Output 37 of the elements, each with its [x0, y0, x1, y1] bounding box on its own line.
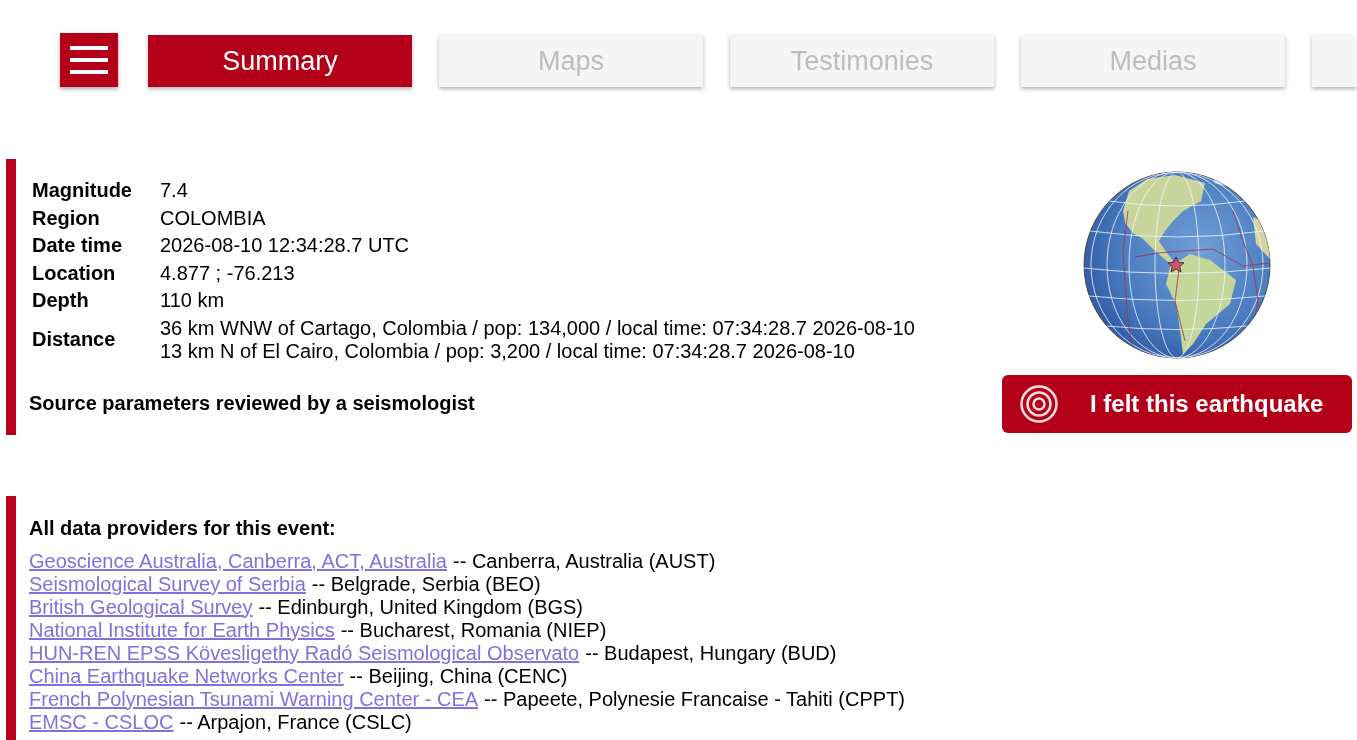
provider-location: -- Beijing, China (CENC) [349, 664, 568, 687]
field-value: 36 km WNW of Cartago, Colombia / pop: 134,000 / local time: 07:34:28.7 2026-08-10 [160, 316, 915, 340]
provider-link[interactable]: China Earthquake Networks Center [29, 664, 344, 687]
provider-link[interactable]: Seismological Survey of Serbia [29, 572, 306, 595]
field-label: Magnitude [32, 179, 133, 202]
field-value: 110 km [160, 289, 226, 312]
provider-link[interactable]: National Institute for Earth Physics [29, 618, 335, 641]
provider-link[interactable]: Geoscience Australia, Canberra, ACT, Australia [29, 549, 447, 572]
provider-location: -- Budapest, Hungary (BUD) [585, 641, 837, 664]
field-value: 4.877 ; -76.213 [160, 261, 296, 285]
field-value: 2026-08-10 12:34:28.7 UTC [160, 234, 411, 257]
menu-icon [70, 46, 108, 74]
field-label: Distance [32, 328, 117, 351]
field-label: Region [32, 206, 101, 230]
field-label: Date time [32, 234, 124, 257]
provider-location: -- Bucharest, Romania (NIEP) [340, 618, 607, 641]
providers-heading: All data providers for this event: [29, 516, 337, 540]
field-label: Depth [32, 289, 90, 312]
star-icon [1167, 256, 1185, 273]
field-value: 7.4 [160, 179, 189, 202]
provider-link[interactable]: EMSC - CSLOC [29, 710, 174, 733]
provider-location: -- Belgrade, Serbia (BEO) [311, 572, 541, 595]
provider-location: -- Papeete, Polynesie Francaise - Tahiti (CPPT) [484, 687, 905, 710]
concentric-circles-icon [1020, 385, 1058, 423]
provider-link[interactable]: French Polynesian Tsunami Warning Center - CEA [29, 687, 479, 710]
tab[interactable]: Summary [148, 35, 412, 87]
provider-location: -- Edinburgh, United Kingdom (BGS) [258, 595, 584, 618]
menu-button[interactable] [60, 33, 118, 87]
review-note: Source parameters reviewed by a seismologist [29, 391, 476, 415]
provider-location: -- Canberra, Australia (AUST) [453, 549, 716, 572]
provider-location: -- Arpajon, France (CSLC) [179, 710, 412, 733]
felt-earthquake-button[interactable]: I felt this earthquake [1002, 375, 1352, 433]
provider-link[interactable]: British Geological Survey [29, 595, 253, 618]
field-value: COLOMBIA [160, 206, 267, 230]
field-label: Location [32, 261, 117, 285]
field-value: 13 km N of El Cairo, Colombia / pop: 3,200 / local time: 07:34:28.7 2026-08-10 [160, 339, 856, 363]
provider-link[interactable]: HUN-REN EPSS Kövesligethy Radó Seismological Observato [29, 641, 580, 664]
